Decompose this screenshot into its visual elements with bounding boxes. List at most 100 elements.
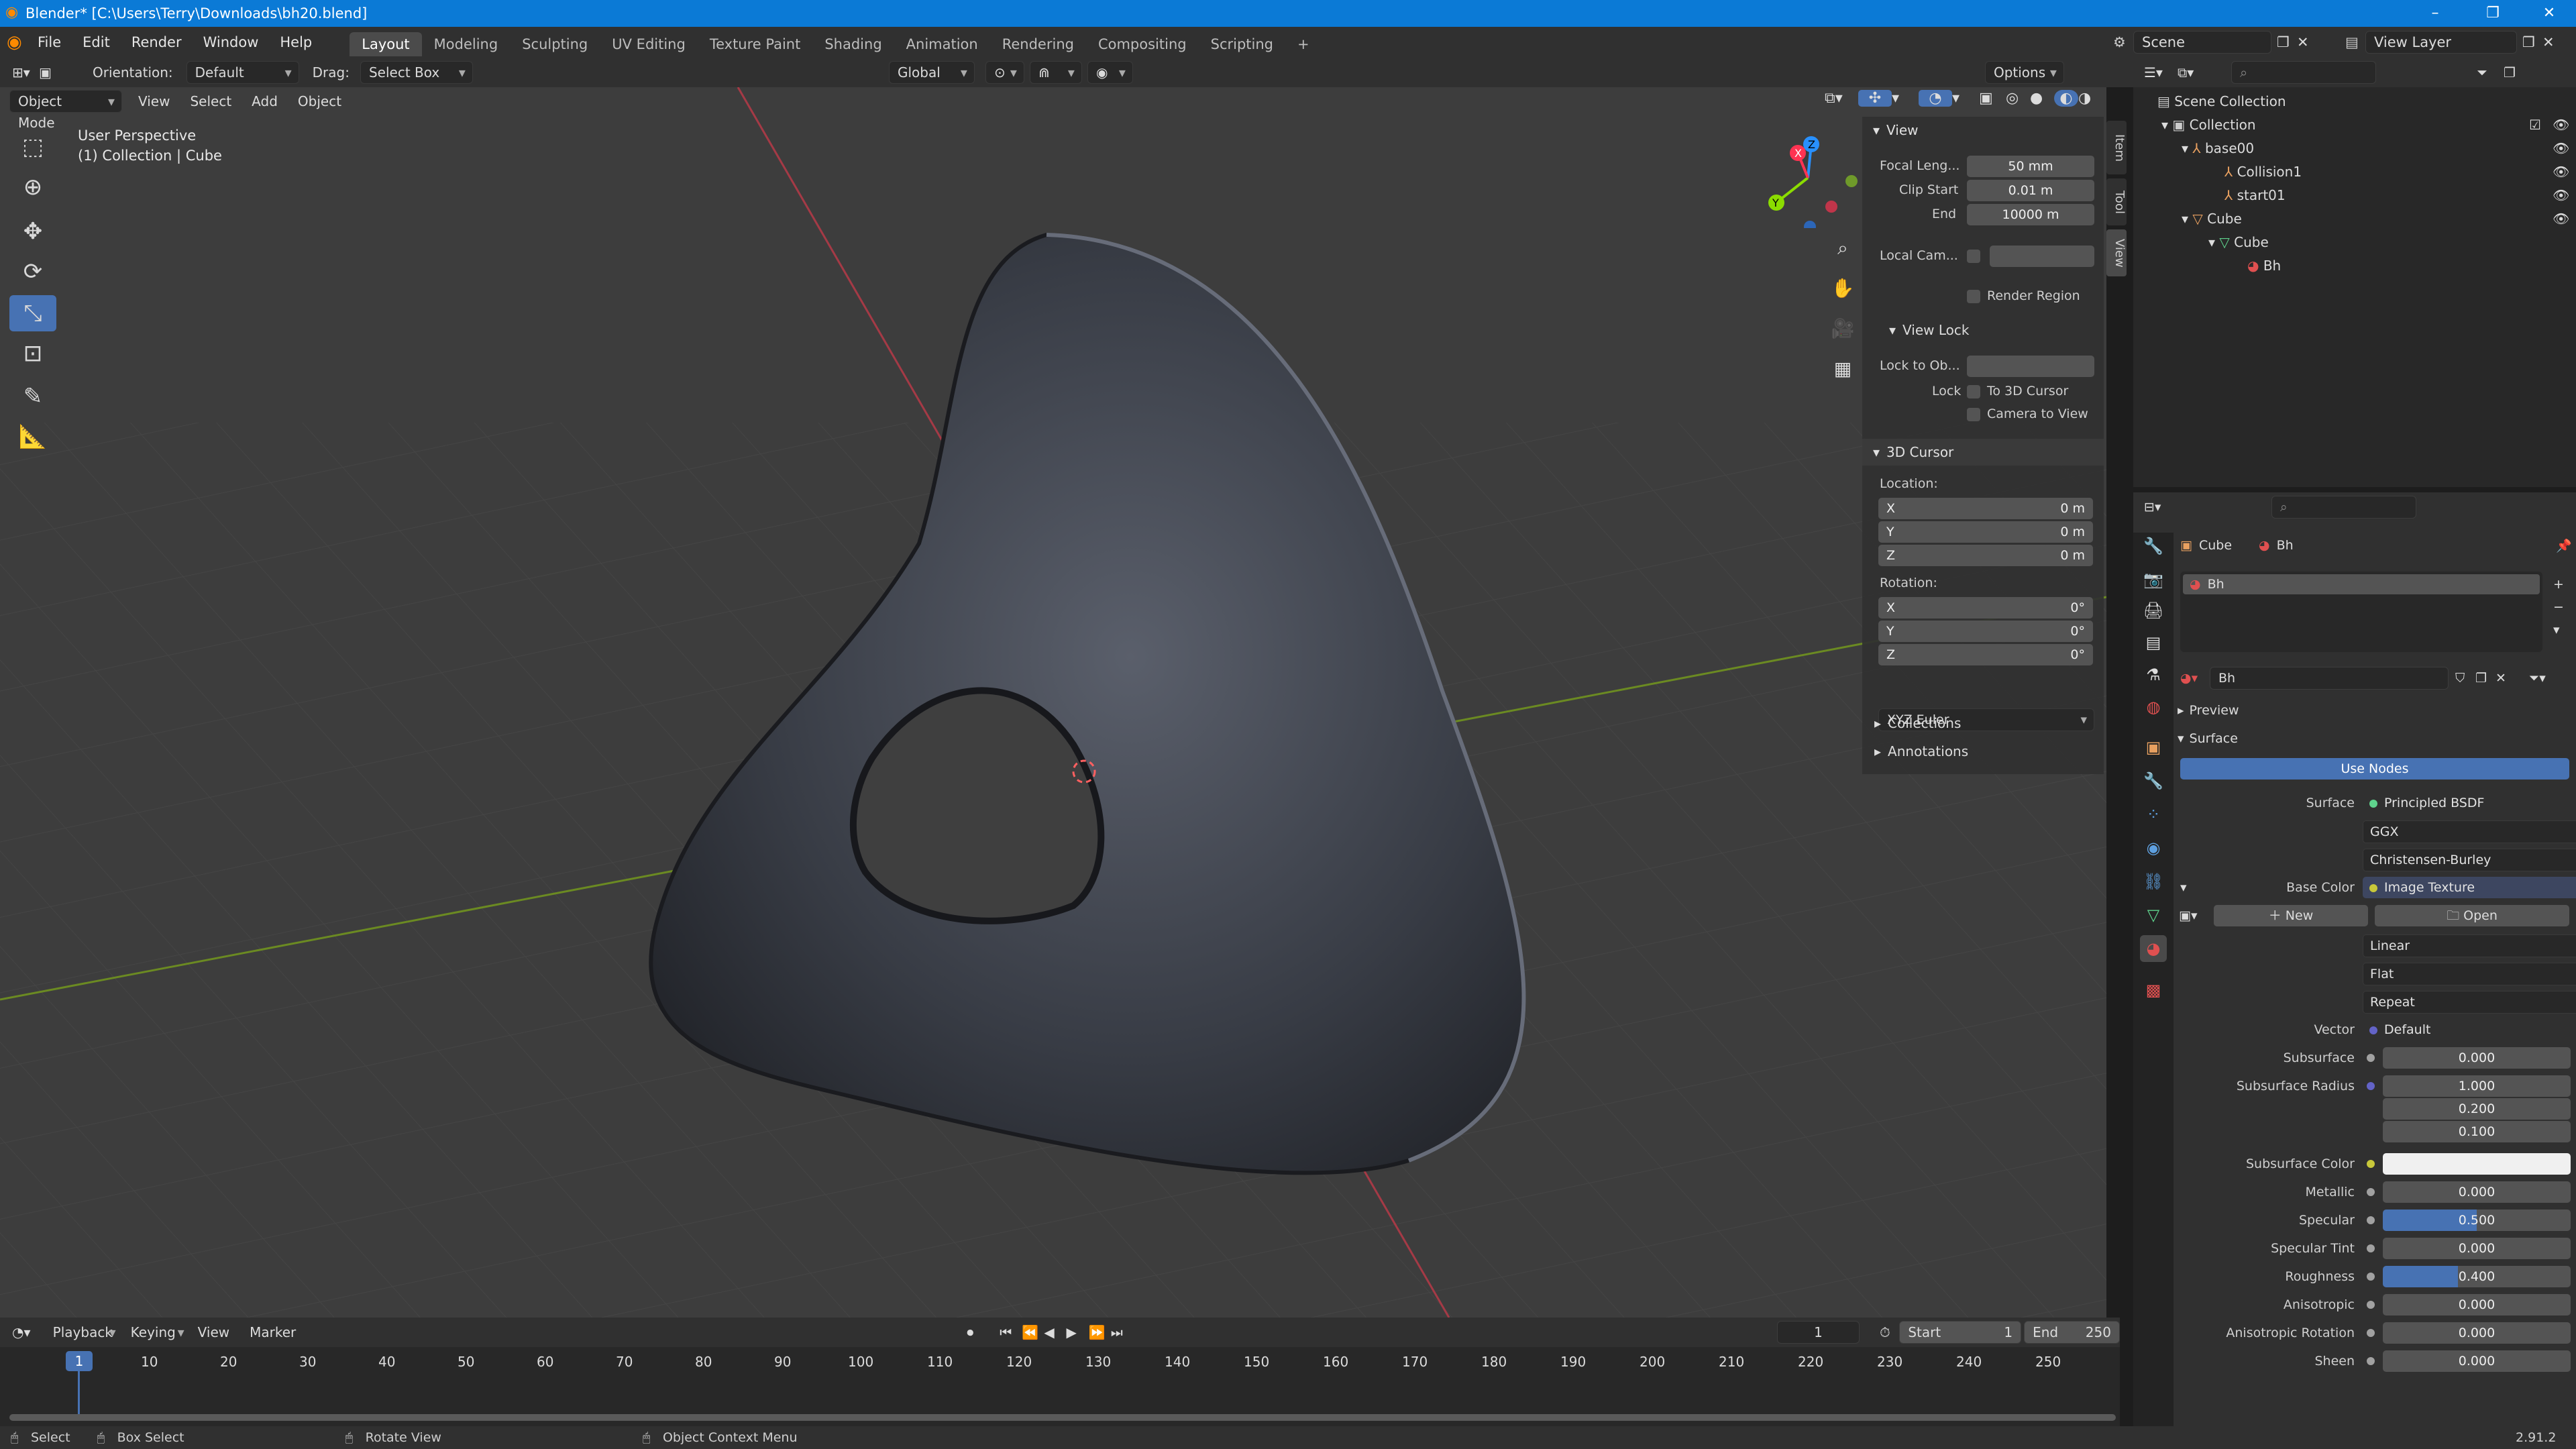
editor-type-icon[interactable]: ⊞▾	[12, 64, 39, 80]
local-camera-field[interactable]	[1990, 246, 2094, 267]
new-view-layer-icon[interactable]: ❐	[2522, 34, 2542, 50]
lock-to-cursor-checkbox[interactable]	[1967, 385, 1980, 398]
tab-sculpting[interactable]: Sculpting	[510, 32, 600, 56]
cursor-tool-icon[interactable]: ⊕	[9, 169, 56, 205]
drag-dropdown[interactable]: Select Box	[360, 61, 473, 84]
menu-window[interactable]: Window	[193, 27, 270, 58]
distribution-dropdown[interactable]: GGX	[2363, 820, 2576, 843]
filter-icon[interactable]: ⏷▾	[2529, 671, 2546, 686]
stopwatch-icon[interactable]: ⏱	[1880, 1324, 1899, 1340]
navigation-gizmo[interactable]: X Y Z	[1758, 127, 1858, 228]
new-scene-icon[interactable]: ❐	[2277, 34, 2297, 50]
play-icon[interactable]: ▶	[1067, 1324, 1089, 1340]
outliner-row[interactable]: ◕ Bh	[2133, 254, 2576, 278]
subsurface-field[interactable]: 0.000	[2383, 1047, 2571, 1069]
scale-tool-icon[interactable]: ⤡	[9, 295, 56, 331]
data-tab-icon[interactable]: ▽	[2140, 902, 2167, 928]
cursor-location-x[interactable]: X 0 m	[1878, 498, 2093, 519]
metallic-field[interactable]: 0.000	[2383, 1181, 2571, 1203]
blender-menu-icon[interactable]: ◉	[7, 32, 27, 52]
anisotropic-rotation-field[interactable]: 0.000	[2383, 1322, 2571, 1344]
specular-slider[interactable]: 0.500	[2383, 1210, 2571, 1231]
close-icon[interactable]: ✕	[2529, 3, 2569, 24]
view-object-types-icon[interactable]: ⧉▾	[1825, 90, 1858, 107]
tab-view[interactable]: View	[2106, 229, 2127, 276]
menu-add[interactable]: Add	[252, 93, 278, 109]
scene-field[interactable]: Scene	[2133, 31, 2271, 54]
scene-tab-icon[interactable]: ⚗	[2140, 661, 2167, 688]
remove-view-layer-icon[interactable]: ✕	[2542, 34, 2563, 50]
specular-tint-field[interactable]: 0.000	[2383, 1238, 2571, 1259]
tab-modeling[interactable]: Modeling	[422, 32, 511, 56]
subsurface-radius-z[interactable]: 0.100	[2383, 1121, 2571, 1142]
orientation-dropdown[interactable]: Default	[186, 61, 299, 84]
physics-tab-icon[interactable]: ◉	[2140, 835, 2167, 861]
record-icon[interactable]: ⏺	[967, 1324, 993, 1340]
remove-slot-icon[interactable]: −	[2553, 596, 2564, 619]
jump-start-icon[interactable]: ⏮	[1000, 1324, 1022, 1340]
move-tool-icon[interactable]: ✥	[9, 213, 56, 250]
material-slot-item[interactable]: ◕ Bh	[2183, 574, 2540, 594]
menu-object[interactable]: Object	[298, 93, 341, 109]
visibility-eye-icon[interactable]: 👁	[2553, 113, 2569, 137]
particles-tab-icon[interactable]: ⁘	[2140, 801, 2167, 828]
visibility-eye-icon[interactable]: 👁	[2553, 184, 2569, 207]
remove-scene-icon[interactable]: ✕	[2297, 34, 2317, 50]
3d-cursor-panel-header[interactable]: ▾ 3D Cursor	[1862, 439, 2104, 466]
xray-toggle-icon[interactable]: ▣	[1979, 90, 2006, 107]
playback-menu[interactable]: Playback	[45, 1322, 123, 1343]
outliner-row[interactable]: ▾ ⅄ base00 👁	[2133, 137, 2576, 160]
jump-end-icon[interactable]: ⏭	[1111, 1324, 1133, 1340]
menu-select[interactable]: Select	[190, 93, 231, 109]
tab-item[interactable]: Item	[2106, 121, 2127, 174]
overlays-toggle-icon[interactable]: ◔	[1919, 90, 1952, 107]
expand-icon[interactable]: ▾	[2208, 234, 2219, 250]
editor-type-icon[interactable]: ◔▾	[12, 1324, 45, 1340]
constraints-tab-icon[interactable]: ⛓	[2140, 868, 2167, 895]
tab-layout[interactable]: Layout	[350, 32, 422, 56]
open-image-button[interactable]: 🗀 Open	[2375, 905, 2569, 926]
snap-toggle[interactable]: ⋒	[1029, 61, 1082, 84]
collections-panel-header[interactable]: ▸ Collections	[1874, 715, 1961, 731]
expand-icon[interactable]: ▾	[2182, 211, 2192, 227]
outliner-row[interactable]: ⅄ start01 👁	[2133, 184, 2576, 207]
interpolation-dropdown[interactable]: Linear	[2363, 934, 2576, 957]
outliner-row[interactable]: ▾ ▣ Collection ☑ 👁	[2133, 113, 2576, 137]
transform-tool-icon[interactable]: ⊡	[9, 335, 56, 372]
gizmo-dropdown-icon[interactable]: ▾	[1892, 90, 1919, 107]
clip-start-field[interactable]: 0.01 m	[1967, 180, 2094, 201]
focal-length-field[interactable]: 50 mm	[1967, 156, 2094, 177]
browse-material-icon[interactable]: ◕▾	[2180, 671, 2210, 686]
options-dropdown[interactable]: Options	[1984, 61, 2064, 84]
menu-render[interactable]: Render	[121, 27, 193, 58]
visibility-eye-icon[interactable]: 👁	[2553, 160, 2569, 184]
roughness-slider[interactable]: 0.400	[2383, 1266, 2571, 1287]
annotate-tool-icon[interactable]: ✎	[9, 378, 56, 415]
view-lock-header[interactable]: ▾ View Lock	[1889, 322, 1969, 338]
material-name-field[interactable]: Bh	[2210, 667, 2449, 690]
filter-icon[interactable]: ⏷	[2477, 64, 2504, 80]
gizmo-toggle-icon[interactable]: ✣	[1858, 90, 1892, 107]
maximize-icon[interactable]: ❐	[2473, 3, 2513, 24]
cursor-rotation-x[interactable]: X 0°	[1878, 597, 2093, 619]
texture-tab-icon[interactable]: ▩	[2140, 977, 2167, 1004]
visibility-eye-icon[interactable]: 👁	[2553, 207, 2569, 231]
tab-compositing[interactable]: Compositing	[1086, 32, 1199, 56]
3d-viewport[interactable]: ⬚ ⊕ ✥ ⟳ ⤡ ⊡ ✎ 📐 Object Mode View Select …	[0, 87, 2106, 1318]
frame-ruler[interactable]: 1 10 20 30 40 50 60 70 80 90 100 110 120…	[0, 1351, 2120, 1374]
output-tab-icon[interactable]: 🖨	[2140, 597, 2167, 624]
zoom-icon[interactable]: ⌕	[1826, 228, 1860, 268]
editor-type-icon[interactable]: ☰▾	[2144, 64, 2178, 80]
tab-animation[interactable]: Animation	[894, 32, 990, 56]
local-camera-checkbox[interactable]	[1967, 250, 1980, 263]
expand-icon[interactable]: ▾	[2180, 875, 2187, 900]
view-panel-header[interactable]: ▾ View	[1862, 117, 2104, 144]
base-color-input[interactable]: Image Texture	[2363, 877, 2576, 898]
overlays-dropdown-icon[interactable]: ▾	[1952, 90, 1979, 107]
surface-shader-selector[interactable]: Principled BSDF	[2363, 792, 2576, 814]
select-tool-icon[interactable]: ⬚	[9, 129, 56, 165]
solid-shading-icon[interactable]: ●	[2030, 90, 2054, 107]
material-slot-list[interactable]: ◕ Bh	[2180, 572, 2542, 652]
expand-icon[interactable]: ▾	[2182, 140, 2192, 156]
outliner-row[interactable]: ▾ ▽ Cube	[2133, 231, 2576, 254]
